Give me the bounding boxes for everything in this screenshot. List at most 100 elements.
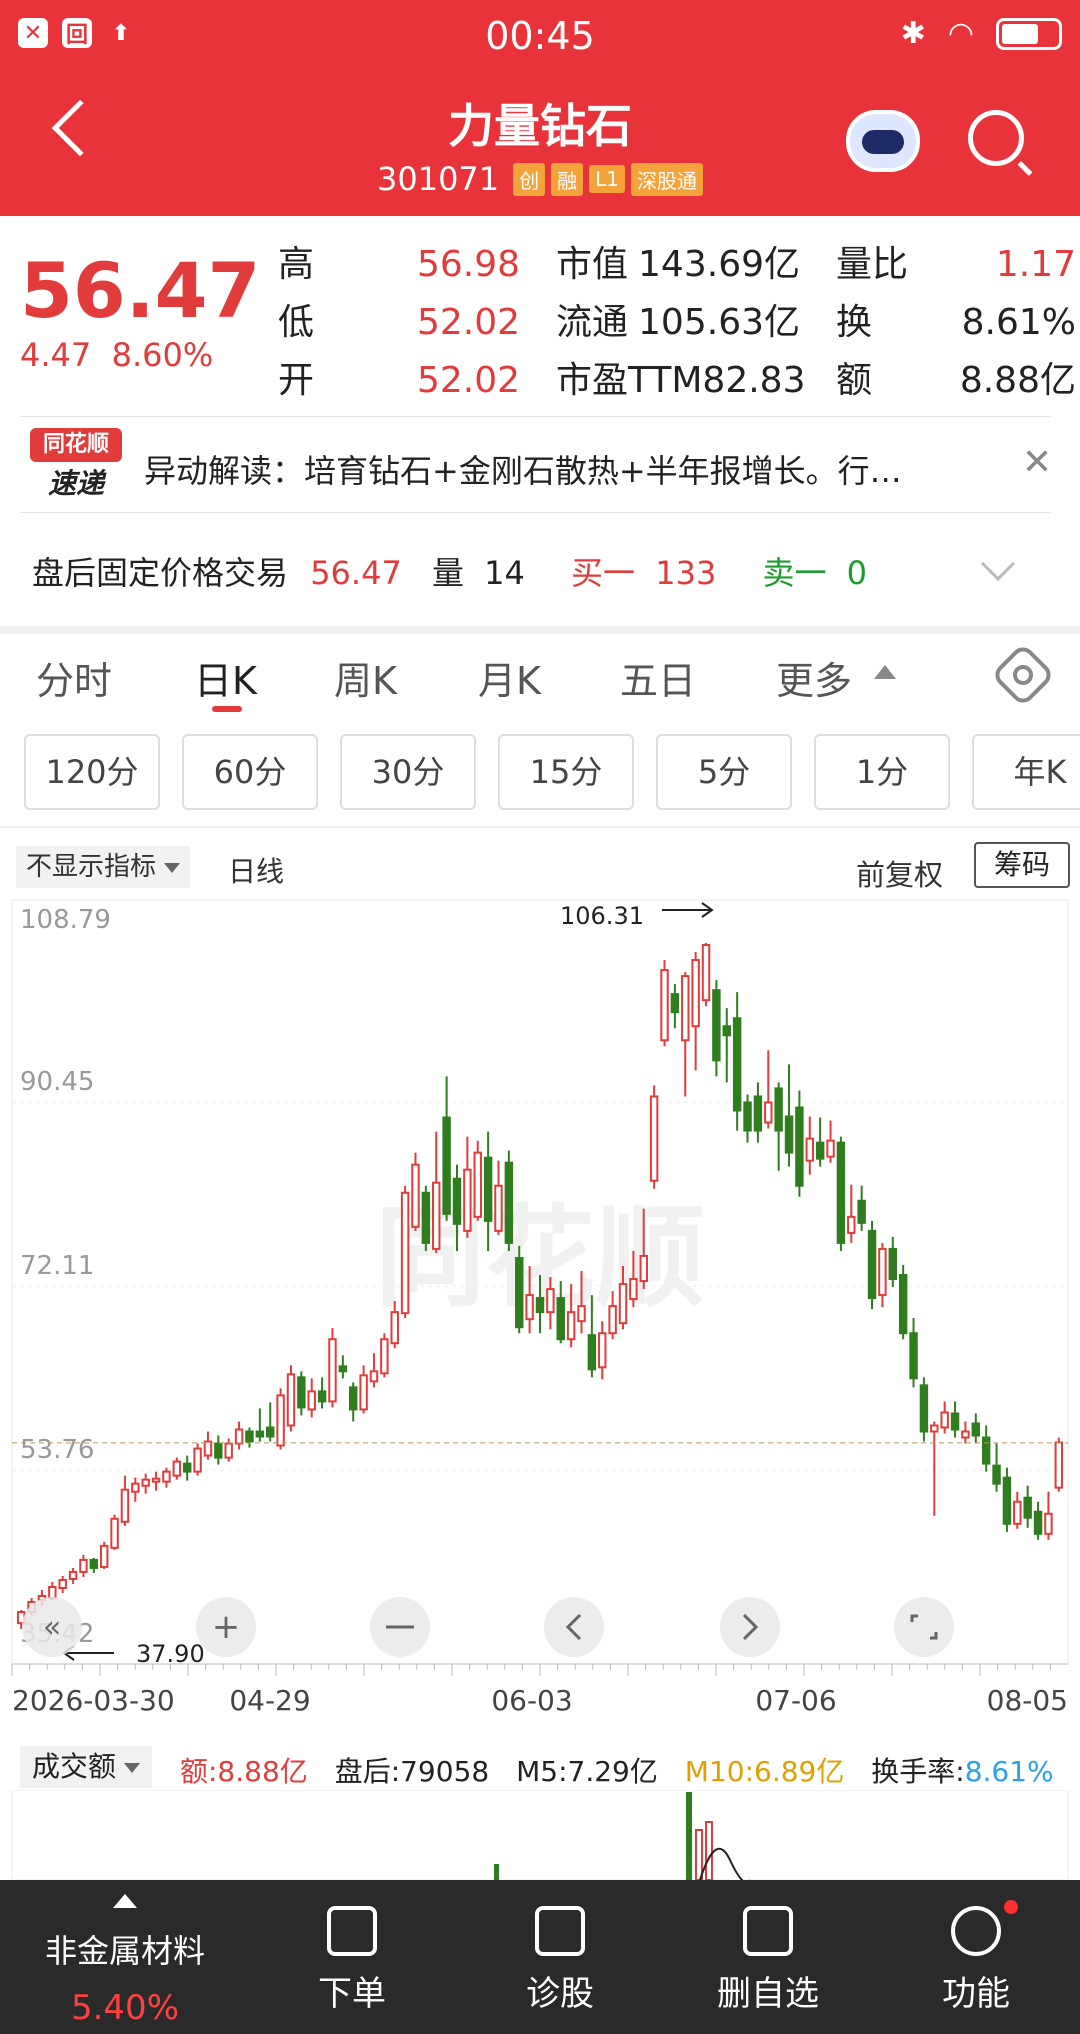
float-label: 流通 bbox=[556, 302, 629, 343]
sector-widget[interactable]: 非金属材料 5.40% bbox=[0, 1880, 250, 2028]
caret-up-icon bbox=[113, 1894, 137, 1908]
period-yearly[interactable]: 年K bbox=[972, 734, 1080, 810]
candle-body bbox=[898, 1274, 908, 1335]
period-15m[interactable]: 15分 bbox=[498, 734, 634, 810]
tab-daily-k[interactable]: 日K bbox=[194, 650, 257, 705]
kline-chart[interactable]: 同花顺 108.7990.4572.1153.7635.42 106.31 37… bbox=[0, 896, 1080, 1746]
tab-more[interactable]: 更多 bbox=[776, 650, 852, 705]
pan-right-button[interactable] bbox=[720, 1597, 780, 1657]
candle-body bbox=[48, 1585, 57, 1600]
buy1-value: 133 bbox=[655, 554, 717, 592]
y-tick-label: 108.79 bbox=[20, 905, 111, 935]
candle-body bbox=[608, 1305, 617, 1335]
caret-up-icon[interactable] bbox=[874, 665, 896, 679]
candle-body bbox=[151, 1477, 161, 1483]
period-1m[interactable]: 1分 bbox=[814, 734, 950, 810]
functions-button[interactable]: 功能 bbox=[886, 1880, 1066, 2015]
candle-body bbox=[784, 1115, 794, 1154]
candle-body bbox=[535, 1297, 545, 1314]
tag-shenguton: 深股通 bbox=[631, 162, 704, 196]
divider bbox=[20, 512, 1050, 513]
period-5m[interactable]: 5分 bbox=[656, 734, 792, 810]
candle-body bbox=[89, 1558, 99, 1569]
candle-body bbox=[566, 1311, 576, 1341]
divider bbox=[20, 416, 1050, 417]
candle-body bbox=[307, 1390, 316, 1411]
candle-body bbox=[795, 1106, 804, 1187]
order-button[interactable]: 下单 bbox=[262, 1880, 442, 2015]
news-logo: 同花顺 速递 bbox=[30, 428, 122, 502]
candle-body bbox=[504, 1161, 514, 1244]
volume-m5: M5:7.29亿 bbox=[516, 1755, 658, 1788]
caret-down-icon bbox=[124, 1763, 141, 1773]
candle-body bbox=[442, 1116, 451, 1215]
candle-body bbox=[338, 1365, 348, 1373]
candle-body bbox=[276, 1394, 285, 1447]
candle-body bbox=[1044, 1512, 1053, 1535]
tab-monthly-k[interactable]: 月K bbox=[478, 650, 541, 705]
tag-chuang: 创 bbox=[513, 162, 546, 196]
status-right: ✱ ◠ bbox=[901, 16, 1062, 51]
robot-assistant-icon[interactable] bbox=[846, 110, 920, 172]
diagnose-button[interactable]: 诊股 bbox=[470, 1880, 650, 2015]
section-gap bbox=[0, 626, 1080, 634]
pe-label: 市盈TTM bbox=[556, 360, 703, 401]
indicator-select[interactable]: 不显示指标 bbox=[16, 846, 191, 888]
news-headline[interactable]: 异动解读：培育钻石+金刚石散热+半年报增长。行… bbox=[144, 446, 984, 492]
candle-body bbox=[774, 1087, 783, 1132]
candle-body bbox=[224, 1442, 233, 1459]
volume-selector[interactable]: 成交额 bbox=[20, 1746, 153, 1788]
battery-icon bbox=[996, 17, 1062, 50]
candle-body bbox=[577, 1305, 586, 1323]
candle-body bbox=[649, 1095, 659, 1182]
candle-body bbox=[1054, 1441, 1064, 1489]
tab-weekly-k[interactable]: 周K bbox=[334, 650, 397, 705]
news-logo-bottom: 速递 bbox=[47, 467, 104, 500]
fullscreen-button[interactable] bbox=[894, 1597, 954, 1657]
chevron-down-icon[interactable] bbox=[981, 547, 1015, 581]
indicator-select-label: 不显示指标 bbox=[26, 852, 157, 882]
pan-left-button[interactable] bbox=[544, 1597, 604, 1657]
after-hours-row[interactable]: 盘后固定价格交易 56.47 量 14 买一 133 卖一 0 bbox=[32, 548, 887, 594]
bluetooth-icon: ✱ bbox=[900, 16, 926, 51]
candle-body bbox=[369, 1370, 379, 1383]
y-tick-label: 53.76 bbox=[20, 1435, 94, 1465]
candle-body bbox=[1033, 1510, 1043, 1535]
period-30m[interactable]: 30分 bbox=[340, 734, 476, 810]
tab-five-day[interactable]: 五日 bbox=[620, 650, 696, 705]
search-icon[interactable] bbox=[968, 110, 1024, 166]
buy1-label: 买一 bbox=[571, 554, 636, 592]
order-icon bbox=[327, 1906, 377, 1956]
candle-body bbox=[182, 1462, 192, 1473]
close-icon[interactable]: ✕ bbox=[1022, 442, 1052, 483]
after-hours-price: 56.47 bbox=[310, 554, 402, 592]
mcap-label: 市值 bbox=[556, 244, 629, 285]
diagnose-icon bbox=[535, 1906, 585, 1956]
period-60m[interactable]: 60分 bbox=[182, 734, 318, 810]
candle-body bbox=[411, 1163, 420, 1228]
candle-body bbox=[266, 1426, 275, 1438]
chips-button[interactable]: 筹码 bbox=[974, 842, 1070, 888]
candle-body bbox=[328, 1338, 337, 1403]
candle-body bbox=[317, 1390, 327, 1403]
period-120m[interactable]: 120分 bbox=[24, 734, 160, 810]
adjust-toggle[interactable]: 前复权 bbox=[856, 852, 943, 894]
stock-code: 301071 bbox=[376, 160, 500, 198]
remove-watchlist-button[interactable]: 删自选 bbox=[678, 1880, 858, 2015]
low-label: 低 bbox=[278, 302, 315, 343]
candle-body bbox=[981, 1436, 991, 1465]
candle-body bbox=[732, 1017, 742, 1112]
volume-ma-line bbox=[699, 1847, 750, 1880]
candle-body bbox=[68, 1570, 78, 1580]
candle-body bbox=[390, 1311, 399, 1345]
x-tick-label: 08-05 bbox=[987, 1684, 1068, 1717]
max-price-label: 106.31 bbox=[560, 902, 644, 930]
volume-info: 额:8.88亿 盘后:79058 M5:7.29亿 M10:6.89亿 换手率:… bbox=[180, 1750, 1072, 1790]
candle-body bbox=[1023, 1496, 1032, 1519]
candle-body bbox=[483, 1156, 493, 1222]
tab-intraday[interactable]: 分时 bbox=[36, 650, 112, 705]
current-price: 56.47 bbox=[20, 246, 261, 335]
candle-body bbox=[961, 1430, 970, 1439]
candle-body bbox=[421, 1191, 431, 1244]
candle-body bbox=[909, 1332, 918, 1380]
